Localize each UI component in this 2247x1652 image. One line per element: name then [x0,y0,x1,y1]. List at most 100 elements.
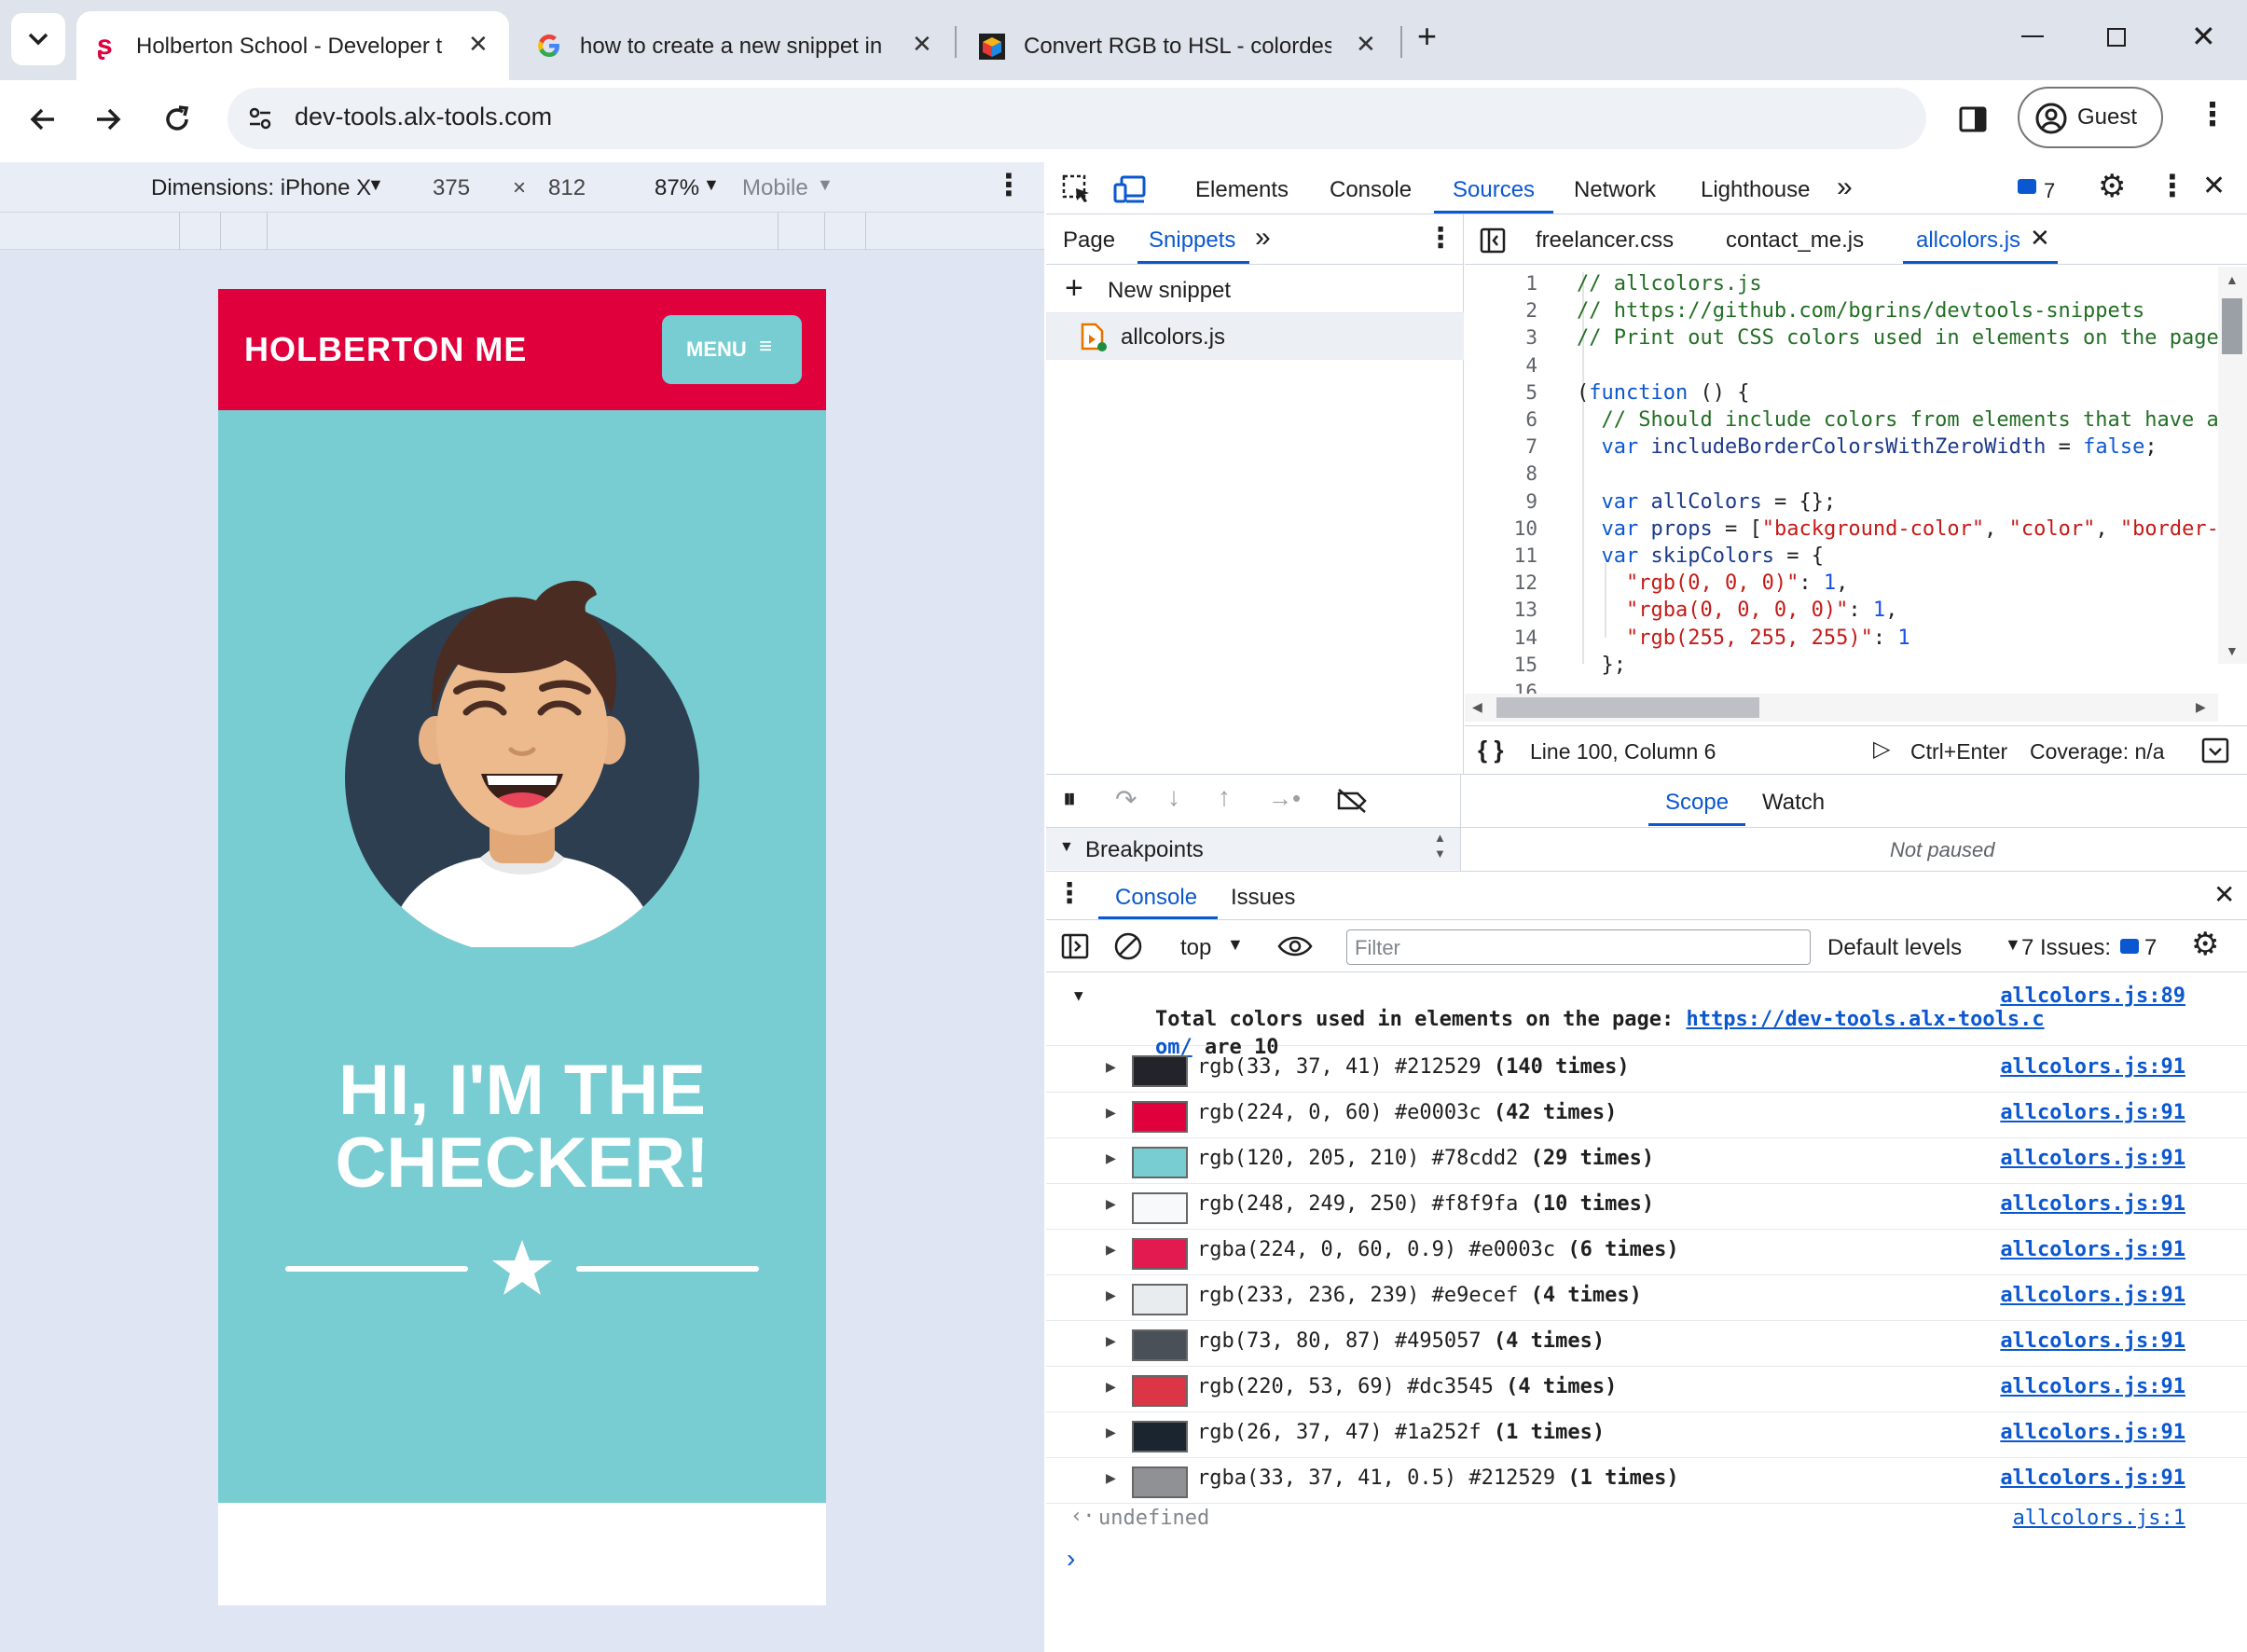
line-number[interactable]: 13 [1465,599,1537,621]
context-select[interactable]: top [1180,935,1211,961]
run-snippet-icon[interactable]: ▷ [1873,736,1890,763]
line-number[interactable]: 14 [1465,626,1537,649]
console-sidebar-icon[interactable] [1061,933,1089,959]
source-link[interactable]: allcolors.js:91 [2000,1238,2185,1261]
console-color-row[interactable]: ▶ rgba(224, 0, 60, 0.9) #e0003c (6 times)… [1046,1229,2247,1275]
issues-message-icon[interactable] [2120,939,2139,954]
issues-summary-count[interactable]: 7 [2144,935,2157,961]
console-color-row[interactable]: ▶ rgb(233, 236, 239) #e9ecef (4 times) all… [1046,1274,2247,1321]
toggle-navigator-icon[interactable] [1480,227,1506,254]
back-arrow-icon[interactable] [26,103,60,136]
caret-down-icon[interactable]: ▼ [817,175,834,195]
resize-arrows-icon[interactable]: ▲ ▼ [1434,830,1446,861]
expand-triangle-icon[interactable]: ▶ [1106,1468,1116,1488]
line-number[interactable]: 8 [1465,462,1537,485]
tab-close-icon[interactable]: ✕ [912,30,932,59]
line-number[interactable]: 1 [1465,272,1537,295]
step-out-icon[interactable]: ↑ [1218,782,1231,812]
console-color-row[interactable]: ▶ rgb(120, 205, 210) #78cdd2 (29 times) al… [1046,1137,2247,1184]
scroll-down-arrow-icon[interactable]: ▼ [2226,643,2239,658]
log-levels-select[interactable]: Default levels [1827,935,1962,961]
editor-tab-freelancer[interactable]: freelancer.css [1536,227,1674,254]
drawer-tab-console[interactable]: Console [1115,885,1197,911]
watch-tab[interactable]: Watch [1762,790,1825,816]
editor-tab-contact[interactable]: contact_me.js [1726,227,1864,254]
run-shortcut[interactable]: Ctrl+Enter [1910,739,2007,764]
expand-triangle-icon[interactable]: ▶ [1106,1103,1116,1122]
navigator-kebab-icon[interactable]: ⋮ [1427,222,1454,255]
line-number[interactable]: 12 [1465,571,1537,594]
source-link[interactable]: allcolors.js:91 [2000,1055,2185,1079]
drawer-tab-issues[interactable]: Issues [1231,885,1295,911]
expand-triangle-icon[interactable]: ▶ [1106,1149,1116,1168]
console-prompt[interactable]: › [1046,1544,2247,1581]
snippet-item[interactable]: allcolors.js [1046,313,1464,360]
line-number[interactable]: 11 [1465,544,1537,567]
source-link[interactable]: allcolors.js:91 [2000,1329,2185,1353]
tab-network[interactable]: Network [1574,177,1656,203]
line-number[interactable]: 3 [1465,326,1537,349]
device-options-kebab-icon[interactable]: ⋮ [994,170,1024,200]
console-color-row[interactable]: ▶ rgb(224, 0, 60) #e0003c (42 times) allco… [1046,1092,2247,1138]
new-tab-plus-icon[interactable]: + [1417,17,1437,56]
expand-triangle-icon[interactable]: ▼ [1074,986,1083,1004]
summary-url-link[interactable]: https://dev-tools.alx-tools.c [1687,1008,2045,1031]
step-icon[interactable]: →• [1268,784,1301,813]
line-number[interactable]: 7 [1465,435,1537,458]
mode-select[interactable]: Mobile [742,175,808,201]
caret-down-icon[interactable]: ▼ [703,175,720,195]
tab-console[interactable]: Console [1330,177,1412,203]
address-bar[interactable]: dev-tools.alx-tools.com [227,88,1926,149]
console-summary-message[interactable]: ▼ Total colors used in elements on the p… [1046,979,2247,1059]
source-link[interactable]: allcolors.js:91 [2000,1147,2185,1170]
console-color-row[interactable]: ▶ rgb(73, 80, 87) #495057 (4 times) allcol… [1046,1320,2247,1367]
scroll-right-arrow-icon[interactable]: ▶ [2196,699,2206,715]
expand-triangle-icon[interactable]: ▶ [1106,1240,1116,1260]
source-link[interactable]: allcolors.js:91 [2000,1284,2185,1307]
inspect-element-icon[interactable] [1061,173,1093,205]
line-number[interactable]: 6 [1465,408,1537,431]
url-text[interactable]: dev-tools.alx-tools.com [295,103,552,131]
line-number[interactable]: 5 [1465,381,1537,404]
source-link[interactable]: allcolors.js:91 [2000,1101,2185,1124]
line-number[interactable]: 4 [1465,354,1537,377]
source-link[interactable]: allcolors.js:91 [2000,1421,2185,1444]
side-panel-icon[interactable] [1958,104,1988,134]
vertical-scrollbar[interactable]: ▲ ▼ [2218,267,2247,664]
issues-summary-label[interactable]: 7 Issues: [2021,935,2111,961]
site-settings-icon[interactable] [242,101,278,136]
expand-triangle-icon[interactable]: ▶ [1106,1057,1116,1077]
source-link[interactable]: allcolors.js:91 [2000,1192,2185,1216]
console-settings-gear-icon[interactable]: ⚙ [2191,926,2219,963]
breakpoints-header[interactable]: ▼ Breakpoints ▲ ▼ [1046,827,1460,870]
height-input[interactable]: 812 [548,175,586,201]
kebab-menu-icon[interactable]: ⋮ [2197,99,2228,131]
horizontal-scrollbar[interactable]: ◀ ▶ [1465,694,2218,722]
site-brand[interactable]: HOLBERTON ME [244,330,527,369]
media-query-bar[interactable] [0,213,1044,250]
caret-down-icon[interactable]: ▼ [367,175,384,195]
tab-google[interactable]: how to create a new snippet in ✕ [524,11,940,80]
more-tabs-chevron-icon[interactable]: » [1837,172,1853,203]
issues-badge-count[interactable]: 7 [2044,179,2055,203]
editor-tab-allcolors[interactable]: allcolors.js [1916,227,2020,254]
line-number[interactable]: 2 [1465,299,1537,322]
more-nav-chevron-icon[interactable]: » [1255,222,1271,254]
device-select[interactable]: Dimensions: iPhone X [151,175,371,201]
step-into-icon[interactable]: ↓ [1167,782,1180,812]
scroll-left-arrow-icon[interactable]: ◀ [1472,699,1482,715]
pause-icon[interactable]: ⏸ [1063,784,1076,815]
line-number[interactable]: 15 [1465,654,1537,676]
scope-tab[interactable]: Scope [1665,790,1729,816]
source-link[interactable]: allcolors.js:91 [2000,1375,2185,1398]
summary-source-link[interactable]: allcolors.js:89 [2000,984,2185,1008]
line-number[interactable]: 10 [1465,517,1537,540]
pretty-print-braces-icon[interactable]: { } [1478,736,1503,764]
expand-triangle-icon[interactable]: ▶ [1106,1377,1116,1397]
drawer-kebab-icon[interactable]: ⋮ [1055,877,1083,910]
drawer-toggle-icon[interactable] [2201,737,2229,764]
console-color-row[interactable]: ▶ rgb(248, 249, 250) #f8f9fa (10 times) al… [1046,1183,2247,1230]
nav-tab-page[interactable]: Page [1063,227,1115,254]
expand-triangle-icon[interactable]: ▶ [1106,1194,1116,1214]
reload-icon[interactable] [160,103,194,136]
